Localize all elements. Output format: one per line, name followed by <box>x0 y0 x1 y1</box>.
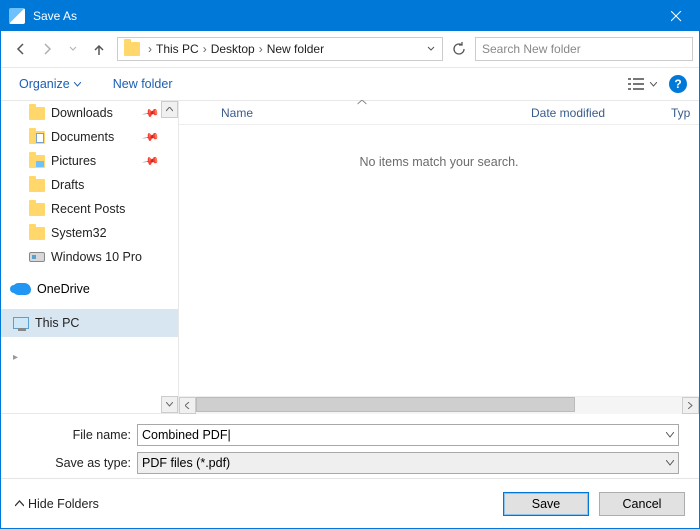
app-icon <box>9 8 25 24</box>
savetype-label: Save as type: <box>21 456 131 470</box>
save-as-dialog: Save As › This PC › Desktop › New folder <box>0 0 700 529</box>
column-headers: Name Date modified Typ <box>179 101 699 125</box>
view-mode-button[interactable] <box>628 77 657 91</box>
scroll-track[interactable] <box>196 397 682 414</box>
titlebar: Save As <box>1 1 699 31</box>
pin-icon: 📌 <box>142 128 161 147</box>
horizontal-scrollbar[interactable] <box>179 396 699 413</box>
folder-icon <box>29 107 45 120</box>
search-input[interactable]: Search New folder <box>475 37 693 61</box>
folder-icon <box>124 42 140 56</box>
filename-label: File name: <box>21 428 131 442</box>
breadcrumb-dropdown[interactable] <box>422 45 440 53</box>
chevron-right-icon[interactable]: › <box>199 42 211 56</box>
documents-icon <box>29 131 45 144</box>
organize-button[interactable]: Organize <box>13 73 87 95</box>
new-folder-button[interactable]: New folder <box>107 73 179 95</box>
onedrive-icon <box>13 283 31 295</box>
folder-icon <box>29 227 45 240</box>
column-name[interactable]: Name <box>207 101 517 124</box>
chevron-down-icon <box>74 82 81 87</box>
close-icon <box>671 11 682 22</box>
tree-item-windows10pro[interactable]: Windows 10 Pro <box>1 245 178 269</box>
breadcrumb-segment[interactable]: This PC <box>156 42 199 56</box>
nav-arrows <box>7 39 113 59</box>
help-button[interactable]: ? <box>669 75 687 93</box>
tree-item-system32[interactable]: System32 <box>1 221 178 245</box>
tree-item-recent-posts[interactable]: Recent Posts <box>1 197 178 221</box>
file-list-area: Name Date modified Typ No items match yo… <box>179 101 699 413</box>
folder-icon <box>29 179 45 192</box>
sort-ascending-icon <box>358 100 367 105</box>
breadcrumb-segment[interactable]: Desktop <box>211 42 255 56</box>
dialog-body: Downloads📌 Documents📌 Pictures📌 Drafts R… <box>1 101 699 413</box>
nav-forward-button[interactable] <box>37 39 57 59</box>
close-button[interactable] <box>653 1 699 31</box>
view-list-icon <box>628 77 644 91</box>
tree-scroll-up[interactable] <box>161 101 178 118</box>
empty-message: No items match your search. <box>179 125 699 169</box>
folder-icon <box>29 203 45 216</box>
nav-row: › This PC › Desktop › New folder Search … <box>1 31 699 67</box>
save-button[interactable]: Save <box>503 492 589 516</box>
tree-scroll-down[interactable] <box>161 396 178 413</box>
pin-icon: 📌 <box>142 104 161 123</box>
chevron-up-icon <box>15 500 24 507</box>
chevron-right-icon[interactable]: › <box>144 42 156 56</box>
nav-recent-dropdown[interactable] <box>63 39 83 59</box>
savetype-select[interactable]: PDF files (*.pdf) <box>137 452 679 474</box>
column-date-modified[interactable]: Date modified <box>517 101 657 124</box>
file-inputs: File name: Combined PDF| Save as type: P… <box>1 413 699 478</box>
scroll-thumb[interactable] <box>196 397 575 412</box>
chevron-right-icon[interactable]: › <box>255 42 267 56</box>
chevron-down-icon[interactable] <box>666 460 674 466</box>
tree-group-onedrive[interactable]: OneDrive <box>1 275 178 303</box>
nav-tree: Downloads📌 Documents📌 Pictures📌 Drafts R… <box>1 101 179 413</box>
filename-input[interactable]: Combined PDF| <box>137 424 679 446</box>
nav-up-button[interactable] <box>89 39 109 59</box>
refresh-button[interactable] <box>447 37 471 61</box>
hide-folders-button[interactable]: Hide Folders <box>15 497 99 511</box>
breadcrumb-segment[interactable]: New folder <box>267 42 324 56</box>
tree-item-drafts[interactable]: Drafts <box>1 173 178 197</box>
scroll-right-button[interactable] <box>682 397 699 414</box>
tree-group-this-pc[interactable]: This PC <box>1 309 178 337</box>
disk-icon <box>29 252 45 262</box>
chevron-down-icon <box>650 82 657 87</box>
tree-item-documents[interactable]: Documents📌 <box>1 125 178 149</box>
scroll-left-button[interactable] <box>179 397 196 414</box>
breadcrumb[interactable]: › This PC › Desktop › New folder <box>117 37 443 61</box>
toolbar: Organize New folder ? <box>1 67 699 101</box>
pictures-icon <box>29 155 45 168</box>
search-placeholder: Search New folder <box>482 42 581 56</box>
tree-group-network[interactable]: ▸ <box>1 343 178 371</box>
nav-back-button[interactable] <box>11 39 31 59</box>
tree-item-downloads[interactable]: Downloads📌 <box>1 101 178 125</box>
tree-item-pictures[interactable]: Pictures📌 <box>1 149 178 173</box>
pin-icon: 📌 <box>142 152 161 171</box>
thispc-icon <box>13 317 29 329</box>
refresh-icon <box>452 42 466 56</box>
column-type[interactable]: Typ <box>657 101 699 124</box>
window-title: Save As <box>33 9 653 23</box>
cancel-button[interactable]: Cancel <box>599 492 685 516</box>
chevron-down-icon[interactable] <box>666 432 674 438</box>
dialog-footer: Hide Folders Save Cancel <box>1 478 699 528</box>
